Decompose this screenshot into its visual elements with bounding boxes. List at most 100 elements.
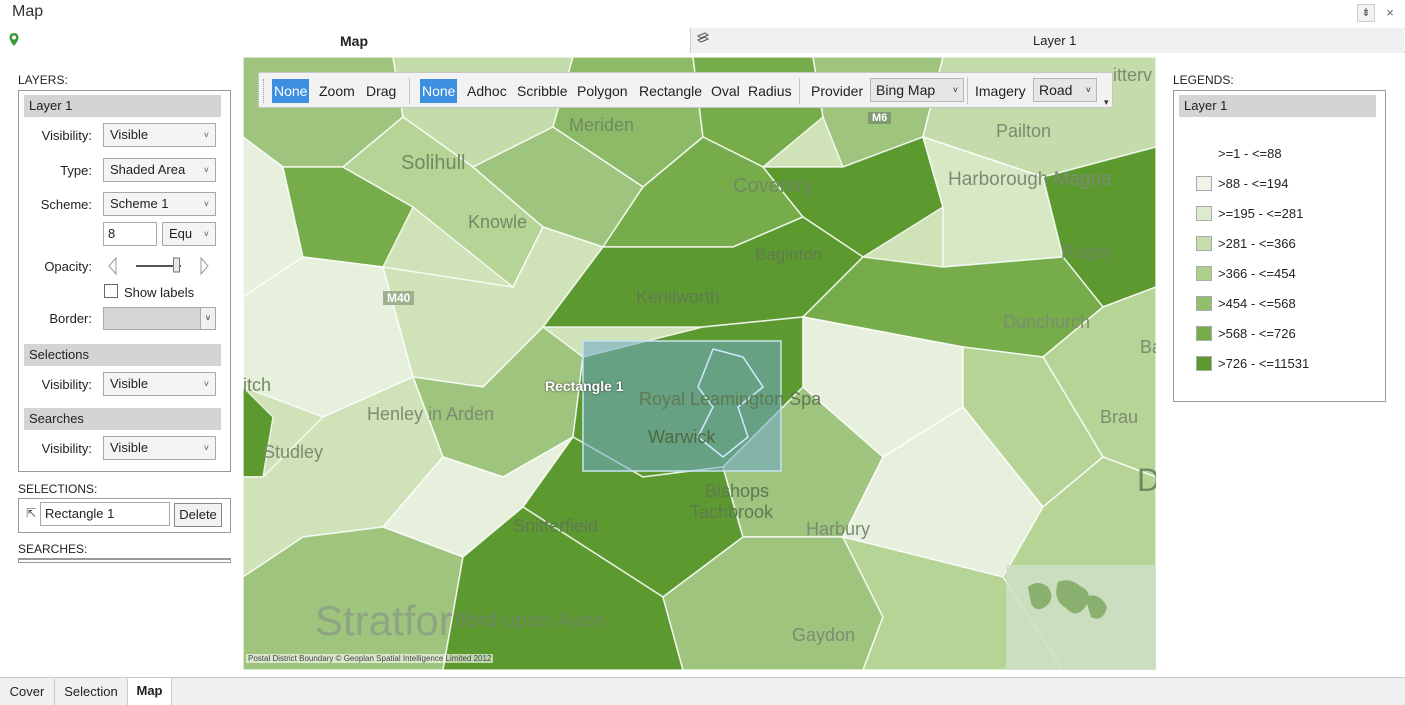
overview-minimap <box>1006 565 1156 670</box>
nav-none-button[interactable]: None <box>272 79 310 103</box>
type-select[interactable]: Shaded Area ˅ <box>103 158 216 182</box>
tool-radius-button[interactable]: Radius <box>746 79 794 103</box>
legend-item-label: >=195 - <=281 <box>1218 206 1304 221</box>
chevron-right-icon <box>200 256 209 276</box>
legend-swatch <box>1196 206 1212 221</box>
toolbar-separator <box>409 78 410 104</box>
place-label: Baginton <box>755 245 823 264</box>
toolbar-overflow-icon[interactable]: ▾ <box>1104 97 1109 108</box>
place-label: Bishops <box>705 481 770 501</box>
title-bar <box>0 0 1405 27</box>
method-select[interactable]: Equ ˅ <box>162 222 216 246</box>
type-label: Type: <box>60 163 92 178</box>
chevron-down-icon: ˅ <box>203 229 209 239</box>
place-label: D <box>1137 462 1156 498</box>
legend-swatch <box>1196 176 1212 191</box>
legend-layer-header: Layer 1 <box>1179 95 1376 117</box>
window-title: Map <box>12 3 44 20</box>
legend-swatch <box>1196 146 1212 161</box>
provider-label: Provider <box>811 83 864 99</box>
nav-drag-button[interactable]: Drag <box>364 79 398 103</box>
legend-item-label: >366 - <=454 <box>1218 266 1296 281</box>
close-button[interactable]: × <box>1382 4 1398 22</box>
selections-section-title: SELECTIONS: <box>18 482 98 496</box>
tab-selection[interactable]: Selection <box>55 679 128 705</box>
searches-section-title: SEARCHES: <box>18 542 88 556</box>
tab-map[interactable]: Map <box>128 678 172 705</box>
tool-scribble-button[interactable]: Scribble <box>515 79 570 103</box>
place-label: itterv <box>1113 65 1153 85</box>
place-label: tford-upon-Avon <box>455 609 606 632</box>
visibility-value: Visible <box>110 127 149 142</box>
place-label: Knowle <box>468 212 528 232</box>
layer-tab-label: Layer 1 <box>1033 33 1077 48</box>
tab-cover[interactable]: Cover <box>0 679 55 705</box>
tool-rectangle-button[interactable]: Rectangle <box>637 79 704 103</box>
searches-visibility-value: Visible <box>110 440 149 455</box>
tool-adhoc-button[interactable]: Adhoc <box>465 79 509 103</box>
pin-button[interactable]: ⇟ <box>1357 4 1375 22</box>
place-label: Meriden <box>569 115 635 135</box>
slider-thumb <box>173 257 180 273</box>
provider-select[interactable]: Bing Map ˅ <box>870 78 964 102</box>
opacity-label: Opacity: <box>44 259 92 274</box>
legend-item-label: >281 - <=366 <box>1218 236 1296 251</box>
scheme-select[interactable]: Scheme 1 ˅ <box>103 192 216 216</box>
searches-group-header: Searches <box>24 408 221 430</box>
choropleth-map <box>243 57 1156 670</box>
legend-item-label: >726 - <=11531 <box>1218 356 1310 371</box>
delete-button[interactable]: Delete <box>174 503 222 527</box>
provider-value: Bing Map <box>876 82 936 98</box>
place-label: Stratfor <box>315 597 453 644</box>
layer-group-header: Layer 1 <box>24 95 221 117</box>
tool-none-button[interactable]: None <box>420 79 458 103</box>
selections-visibility-select[interactable]: Visible ˅ <box>103 372 216 396</box>
selections-visibility-value: Visible <box>110 376 149 391</box>
border-color-picker[interactable]: ˅ <box>103 307 216 330</box>
show-labels-checkbox[interactable] <box>104 284 118 298</box>
place-label: Bar <box>1140 337 1156 357</box>
toolbar-separator <box>799 78 800 104</box>
map-canvas[interactable]: Solihull Meriden Pailton Coventry Harbor… <box>243 57 1156 670</box>
map-tab-label: Map <box>340 33 368 49</box>
selection-name-input[interactable]: Rectangle 1 <box>40 502 170 526</box>
opacity-slider[interactable] <box>106 255 216 277</box>
place-label: itch <box>243 375 272 395</box>
chevron-down-icon: ˅ <box>952 85 958 95</box>
searches-panel <box>18 558 231 563</box>
map-copyright: Postal District Boundary © Geoplan Spati… <box>246 654 494 663</box>
imagery-label: Imagery <box>975 83 1026 99</box>
place-label: Tachbrook <box>690 502 774 522</box>
toolbar-grip[interactable] <box>263 79 266 103</box>
selection-label: Rectangle 1 <box>545 378 624 394</box>
place-label: Harborough Magna <box>948 169 1112 190</box>
place-label: Warwick <box>648 427 716 447</box>
place-label: Brau <box>1100 407 1139 427</box>
legend-item-label: >=1 - <=88 <box>1218 146 1282 161</box>
tool-polygon-button[interactable]: Polygon <box>575 79 630 103</box>
visibility-label: Visibility: <box>41 128 92 143</box>
place-label: Solihull <box>401 152 466 174</box>
motorway-shield: M6 <box>868 112 892 124</box>
imagery-select[interactable]: Road ˅ <box>1033 78 1097 102</box>
tool-oval-button[interactable]: Oval <box>709 79 742 103</box>
searches-visibility-select[interactable]: Visible ˅ <box>103 436 216 460</box>
chevron-down-icon: ˅ <box>203 199 209 209</box>
visibility-select[interactable]: Visible ˅ <box>103 123 216 147</box>
classes-input[interactable]: 8 <box>103 222 157 246</box>
legend-swatch <box>1196 266 1212 281</box>
motorway-shield: M40 <box>383 291 415 305</box>
place-label: Studley <box>263 442 324 462</box>
place-label: Pailton <box>996 121 1052 141</box>
chevron-down-icon: ˅ <box>203 443 209 453</box>
legend-swatch <box>1196 356 1212 371</box>
chevron-down-icon: ˅ <box>200 308 215 329</box>
legends-section-title: LEGENDS: <box>1173 73 1234 87</box>
place-label: Dunchurch <box>1003 312 1091 332</box>
border-label: Border: <box>49 311 92 326</box>
selections-visibility-label: Visibility: <box>41 377 92 392</box>
legend-item-label: >88 - <=194 <box>1218 176 1289 191</box>
chevron-down-icon: ˅ <box>203 165 209 175</box>
nav-zoom-button[interactable]: Zoom <box>317 79 357 103</box>
show-labels-label: Show labels <box>124 285 195 300</box>
